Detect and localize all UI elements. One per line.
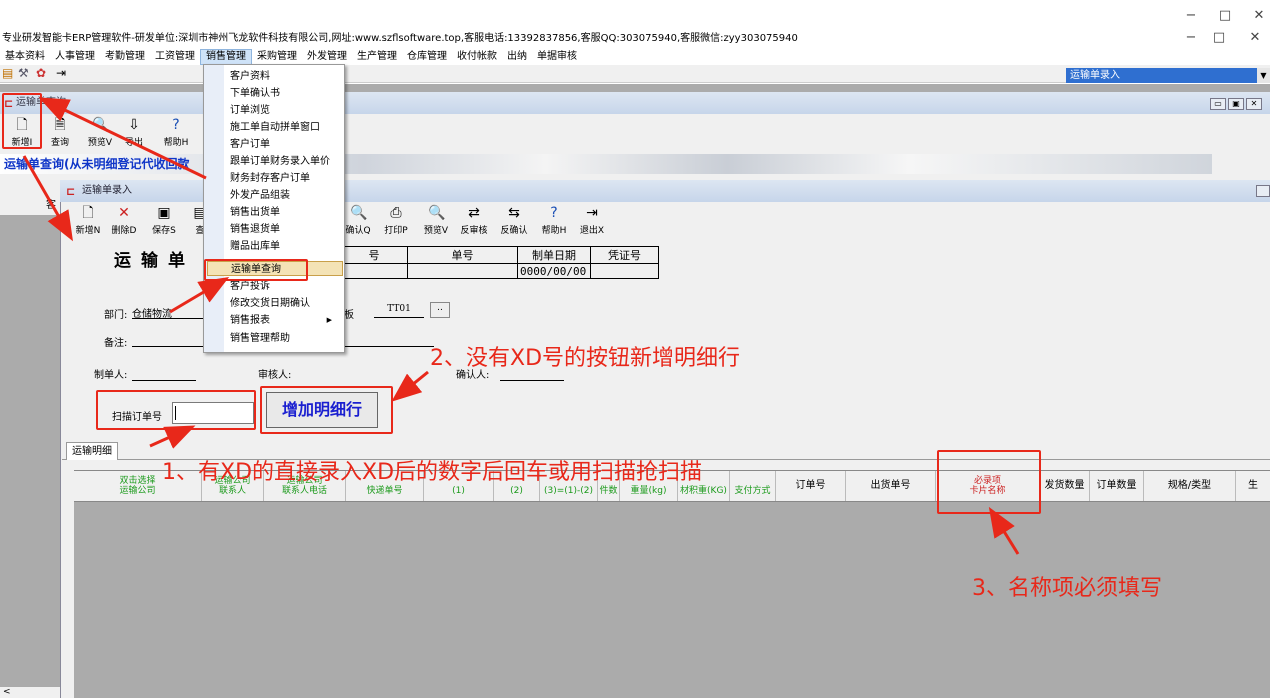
- annotation-step-3: 3、名称项必须填写: [972, 576, 1162, 601]
- arrow-to-card-name: [988, 506, 1020, 555]
- arrow-to-add-button: [391, 370, 429, 402]
- annotation-step-1: 1、有XD的直接录入XD后的数字后回车或用扫描抢扫描: [162, 460, 703, 485]
- annotation-step-2: 2、没有XD号的按钮新增明细行: [430, 346, 741, 371]
- arrow-to-scan-field: [149, 425, 196, 449]
- arrow-menu-to-new: [38, 97, 207, 180]
- arrow-to-menu-item: [169, 276, 230, 314]
- arrow-new-to-window: [22, 155, 73, 242]
